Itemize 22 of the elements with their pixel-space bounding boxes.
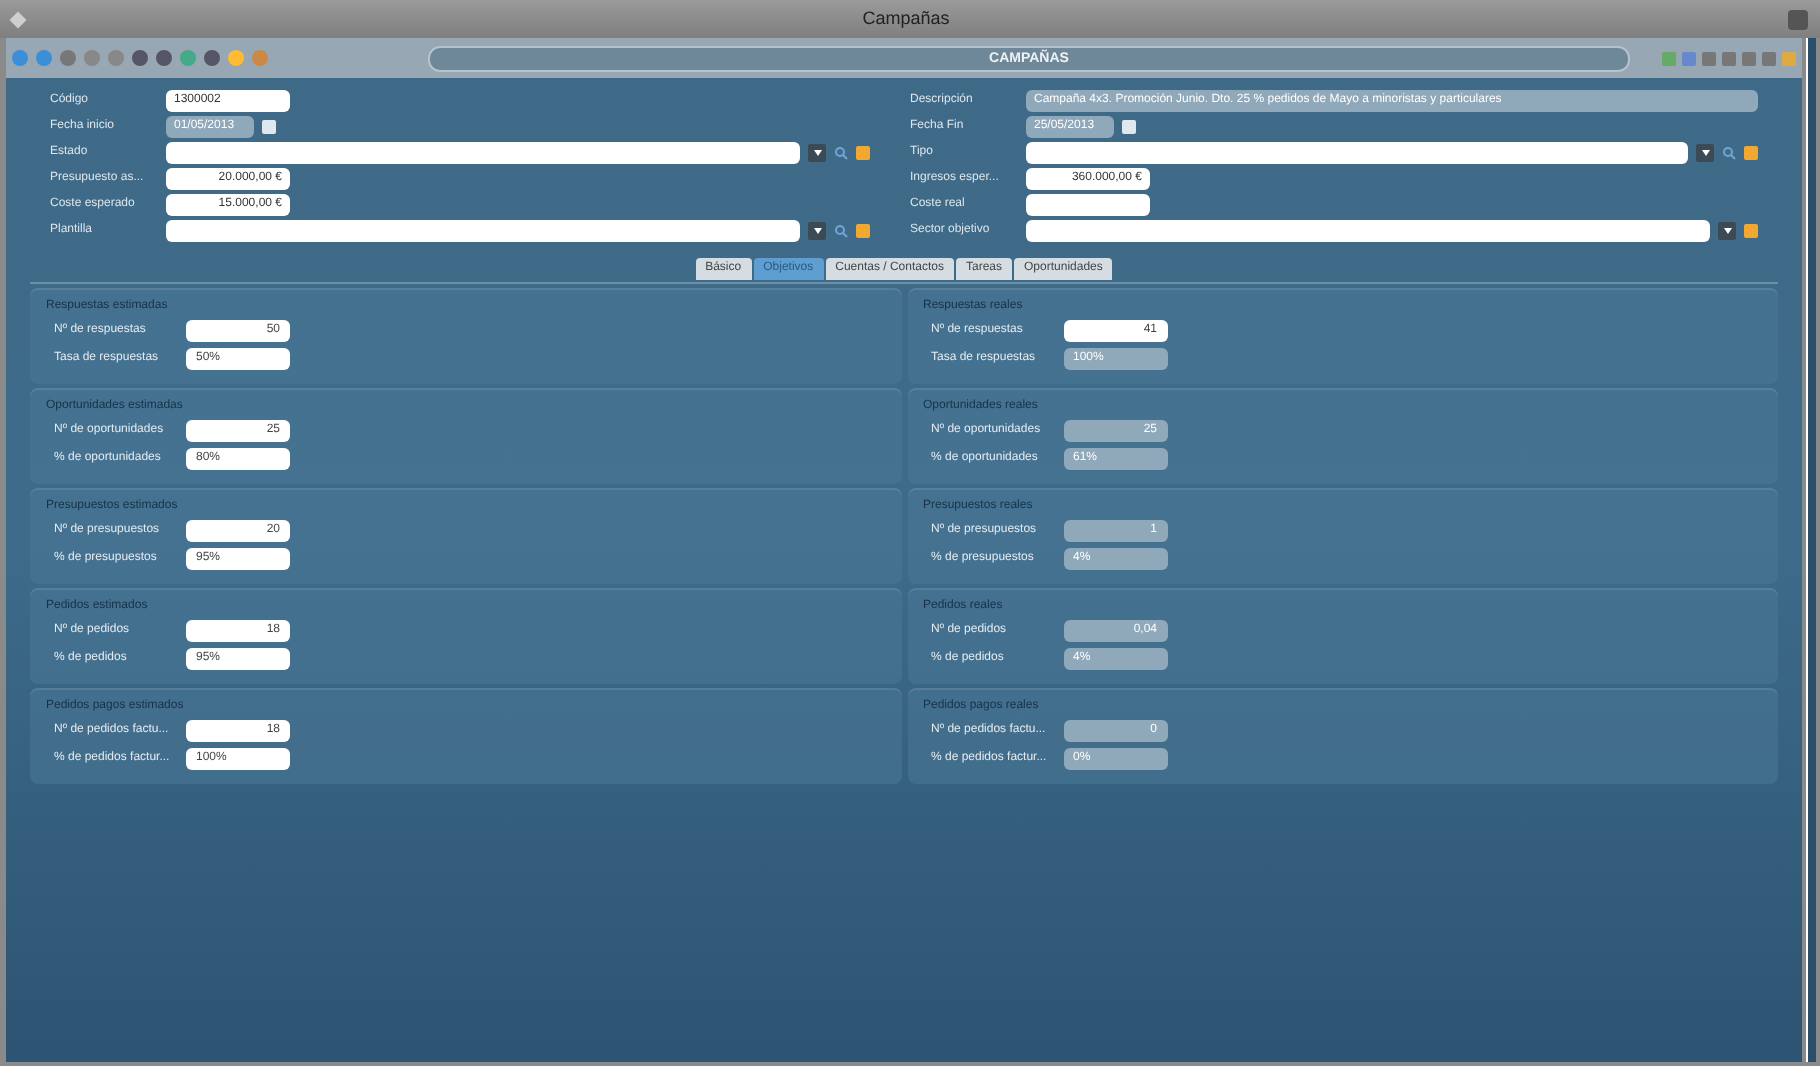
input-field[interactable]	[1026, 220, 1710, 242]
input-field[interactable]	[166, 220, 800, 242]
search-icon[interactable]	[834, 224, 848, 238]
dropdown-icon[interactable]	[1718, 222, 1736, 240]
clear-icon[interactable]	[1744, 224, 1758, 238]
scrollbar[interactable]	[1806, 38, 1816, 1062]
window-title: Campañas	[860, 5, 952, 32]
dropdown-icon[interactable]	[808, 222, 826, 240]
clear-icon[interactable]	[856, 224, 870, 238]
clear-icon[interactable]	[1744, 146, 1758, 160]
clear-icon[interactable]	[856, 146, 870, 160]
pin-icon[interactable]	[9, 10, 27, 28]
dropdown-icon[interactable]	[1696, 144, 1714, 162]
calendar-icon[interactable]	[1122, 120, 1136, 134]
close-icon[interactable]	[1788, 9, 1808, 29]
search-icon[interactable]	[1722, 146, 1736, 160]
input-field[interactable]	[166, 142, 800, 164]
input-field[interactable]	[1026, 194, 1150, 216]
input-field[interactable]	[1026, 142, 1688, 164]
calendar-icon[interactable]	[262, 120, 276, 134]
search-icon[interactable]	[834, 146, 848, 160]
dropdown-icon[interactable]	[808, 144, 826, 162]
